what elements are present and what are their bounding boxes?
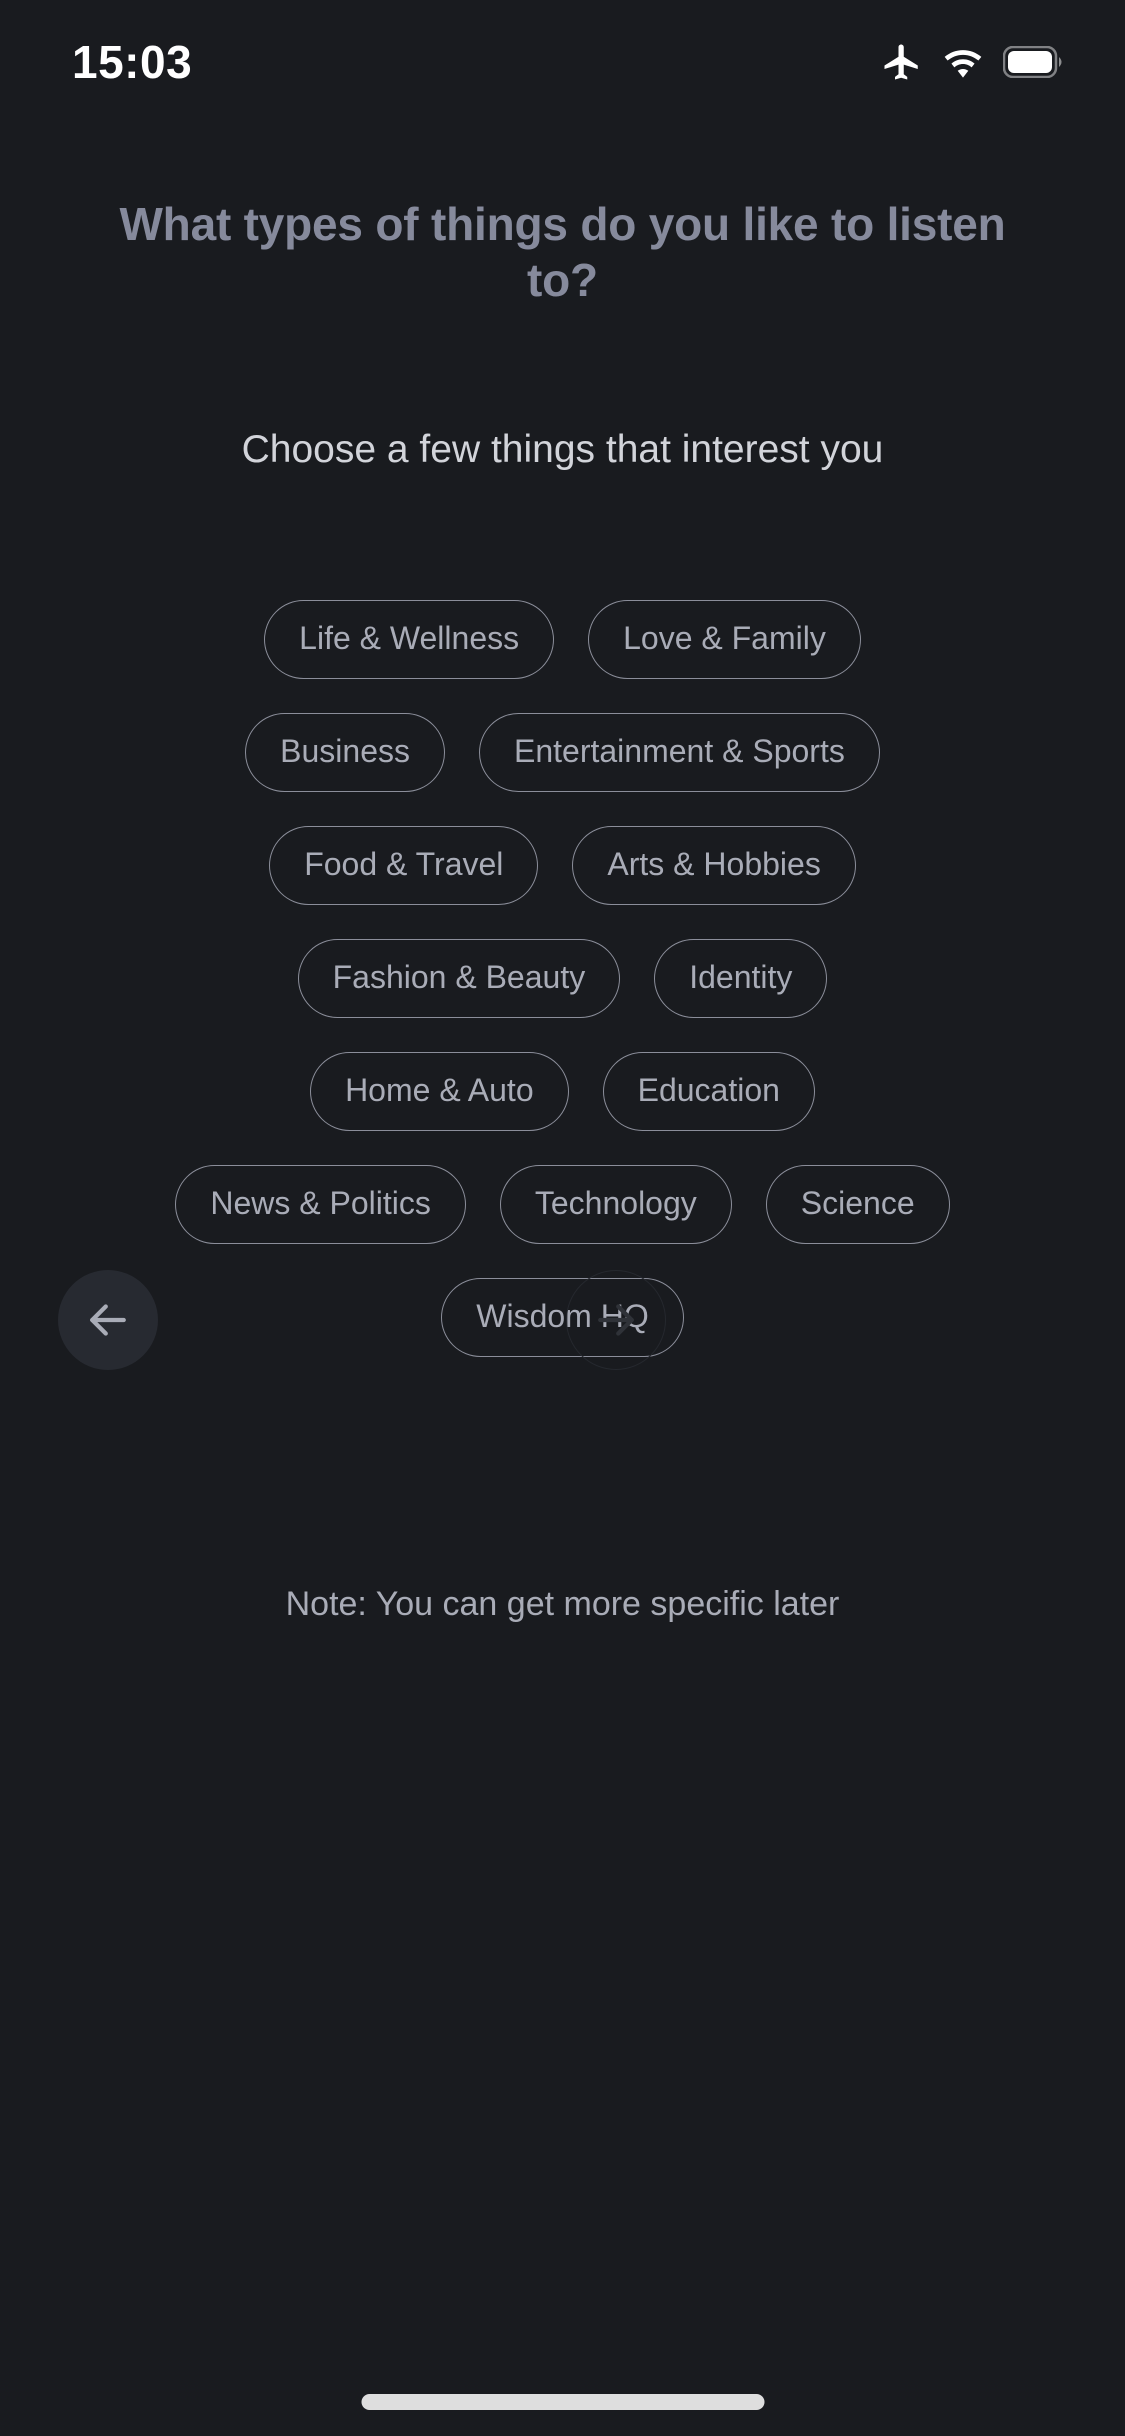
status-bar-clock: 15:03 (72, 36, 193, 88)
interest-chip-news-politics[interactable]: News & Politics (175, 1165, 466, 1244)
chip-row: News & Politics Technology Science (56, 1165, 1069, 1244)
back-button[interactable] (58, 1270, 158, 1370)
interest-chip-education[interactable]: Education (602, 1052, 815, 1131)
helper-note: Note: You can get more specific later (285, 1585, 840, 1623)
chip-row: Fashion & Beauty Identity (56, 939, 1069, 1018)
interest-chip-home-auto[interactable]: Home & Auto (310, 1052, 569, 1131)
status-bar: 15:03 (0, 0, 1125, 100)
arrow-right-icon (589, 1293, 643, 1347)
next-button[interactable] (566, 1270, 666, 1370)
interest-chip-love-family[interactable]: Love & Family (588, 600, 861, 679)
interest-chip-business[interactable]: Business (245, 713, 445, 792)
app-screen: 15:03 What types of things do you like t… (0, 0, 1125, 2436)
interest-chip-identity[interactable]: Identity (654, 939, 828, 1018)
page-subtitle: Choose a few things that interest you (241, 428, 884, 471)
interest-chip-food-travel[interactable]: Food & Travel (269, 826, 539, 905)
chip-row: Life & Wellness Love & Family (56, 600, 1069, 679)
chip-row: Business Entertainment & Sports (56, 713, 1069, 792)
chip-row: Wisdom HQ (56, 1278, 1069, 1357)
chip-row: Food & Travel Arts & Hobbies (56, 826, 1069, 905)
interest-chip-entertainment-sports[interactable]: Entertainment & Sports (479, 713, 880, 792)
interest-chip-life-wellness[interactable]: Life & Wellness (264, 600, 555, 679)
home-indicator (361, 2394, 764, 2410)
interest-chip-fashion-beauty[interactable]: Fashion & Beauty (297, 939, 621, 1018)
page-title: What types of things do you like to list… (119, 198, 1006, 307)
interest-chip-science[interactable]: Science (765, 1165, 950, 1244)
battery-icon (1003, 46, 1065, 78)
chip-row: Home & Auto Education (56, 1052, 1069, 1131)
interest-chip-arts-hobbies[interactable]: Arts & Hobbies (572, 826, 856, 905)
wifi-icon (941, 40, 985, 84)
interest-chip-list: Life & Wellness Love & Family Business E… (0, 600, 1125, 1357)
arrow-left-icon (81, 1293, 135, 1347)
status-bar-icons (881, 40, 1065, 84)
interest-chip-technology[interactable]: Technology (499, 1165, 732, 1244)
airplane-mode-icon (881, 41, 923, 83)
